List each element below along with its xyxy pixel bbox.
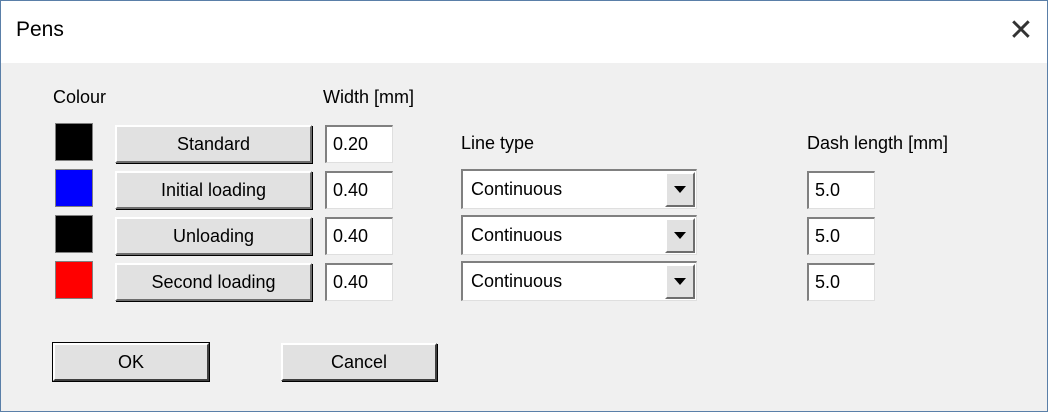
dash-length-field-initial-loading[interactable]: 5.0	[807, 171, 875, 209]
line-type-select-initial-loading[interactable]: Continuous	[461, 169, 697, 209]
line-type-value: Continuous	[471, 225, 563, 245]
line-type-select-second-loading[interactable]: Continuous	[461, 261, 697, 301]
line-type-select-unloading[interactable]: Continuous	[461, 215, 697, 255]
window-title: Pens	[16, 18, 64, 41]
dash-length-field-second-loading[interactable]: 5.0	[807, 263, 875, 301]
chevron-down-icon[interactable]	[665, 264, 695, 299]
colour-swatch-unloading[interactable]	[55, 215, 93, 253]
chevron-down-icon[interactable]	[665, 218, 695, 253]
pen-button-unloading[interactable]: Unloading	[115, 217, 312, 255]
line-type-header: Line type	[461, 133, 535, 153]
width-field-second-loading[interactable]: 0.40	[325, 263, 393, 301]
colour-swatch-initial-loading[interactable]	[55, 169, 93, 207]
width-field-standard[interactable]: 0.20	[325, 125, 393, 163]
colour-swatch-standard[interactable]	[55, 123, 93, 161]
cancel-button[interactable]: Cancel	[281, 343, 437, 381]
dash-length-field-unloading[interactable]: 5.0	[807, 217, 875, 255]
chevron-down-icon[interactable]	[665, 172, 695, 207]
pen-button-second-loading[interactable]: Second loading	[115, 263, 312, 301]
colour-swatch-second-loading[interactable]	[55, 261, 93, 299]
ok-button[interactable]: OK	[52, 342, 210, 382]
pen-button-standard[interactable]: Standard	[115, 125, 312, 163]
colour-header: Colour	[53, 87, 107, 107]
line-type-value: Continuous	[471, 179, 563, 199]
dash-length-header: Dash length [mm]	[807, 133, 949, 153]
pen-button-initial-loading[interactable]: Initial loading	[115, 171, 312, 209]
close-icon[interactable]: ✕	[1001, 11, 1041, 51]
title-bar: Pens ✕	[1, 1, 1047, 63]
width-field-initial-loading[interactable]: 0.40	[325, 171, 393, 209]
line-type-value: Continuous	[471, 271, 563, 291]
pens-dialog: Pens ✕ Colour Width [mm] Line type Dash …	[0, 0, 1048, 412]
width-header: Width [mm]	[323, 87, 415, 107]
width-field-unloading[interactable]: 0.40	[325, 217, 393, 255]
